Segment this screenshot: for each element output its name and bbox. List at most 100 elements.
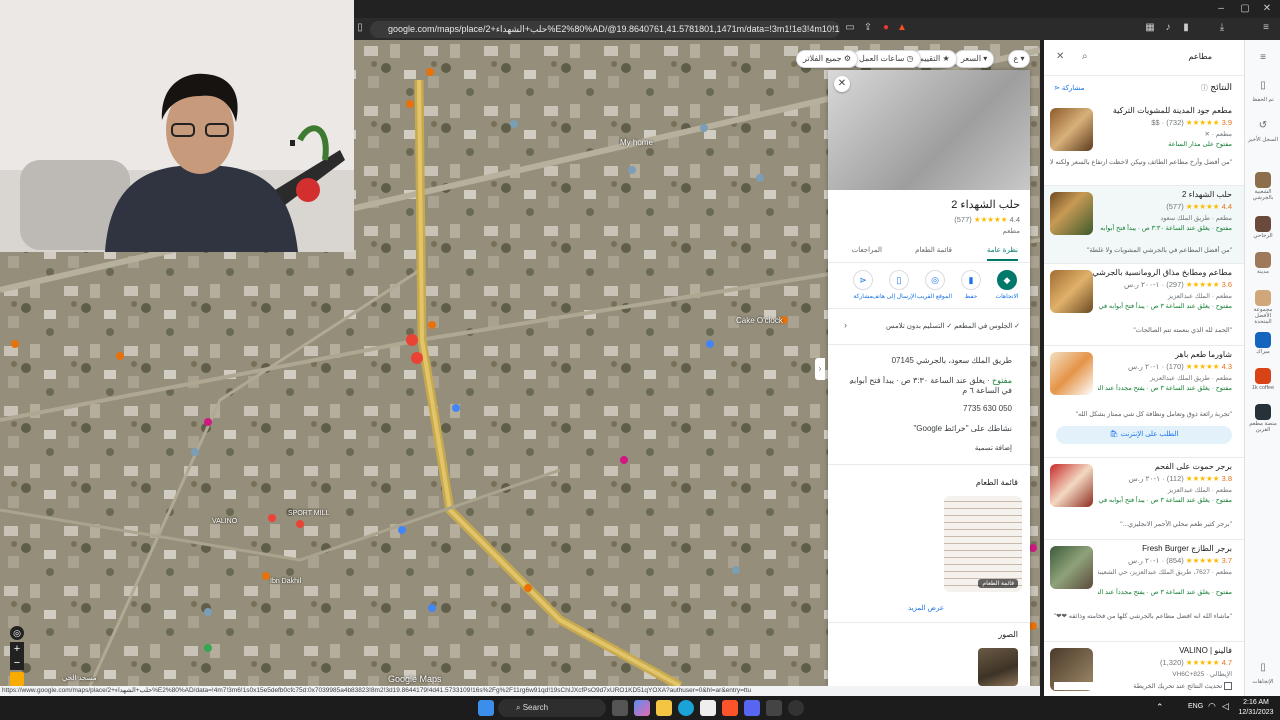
taskbar-search[interactable]: ⌕ Search <box>498 699 606 717</box>
store-icon[interactable] <box>700 700 716 716</box>
send-to-phone-button[interactable]: ▯ الإرسال إلى هاتف <box>872 270 916 300</box>
share-results-button[interactable]: مشاركة ⋖ <box>1054 84 1084 92</box>
directions-button[interactable]: ◆ الاتجاهات <box>990 270 1024 300</box>
rail-recent-place[interactable]: الشعبية بالجرشي <box>1247 172 1279 201</box>
phone-icon: ▯ <box>1260 662 1266 673</box>
link-status-bar: https://www.google.com/maps/place/2+حلب+… <box>0 686 1040 696</box>
task-view-icon[interactable] <box>612 700 628 716</box>
clock[interactable]: 2:16 AM 12/31/2023 <box>1236 698 1276 718</box>
phone-icon: ▯ <box>889 270 909 290</box>
share-icon: ⋖ <box>853 270 873 290</box>
activity-row[interactable]: ↺نشاطك على "خرائط Google" <box>840 424 1012 433</box>
volume-icon[interactable]: ◁ <box>1222 701 1229 712</box>
add-label-row[interactable]: ▭إضافة تسمية <box>840 444 1012 452</box>
close-window-icon[interactable]: ✕ <box>1260 3 1274 15</box>
rail-recent-place[interactable]: 1k coffee <box>1247 368 1279 391</box>
collapse-panel-button[interactable]: › <box>815 358 825 380</box>
share-button[interactable]: ⋖ مشاركة <box>846 270 880 300</box>
phone-row[interactable]: ✆050 630 7735 <box>840 404 1012 413</box>
discord-icon[interactable] <box>744 700 760 716</box>
result-item-selected[interactable]: حلب الشهداء 2 4.4 ★★★★★ (577) مطعم · طري… <box>1044 186 1244 264</box>
windows-start-icon[interactable] <box>478 700 494 716</box>
file-explorer-icon[interactable] <box>656 700 672 716</box>
search-box[interactable]: مطاعم ⌕ ✕ <box>1044 40 1244 76</box>
tray-chevron-icon[interactable]: ⌃ <box>1156 702 1164 713</box>
chevron-left-icon[interactable]: ‹ <box>844 320 847 330</box>
result-item[interactable]: فالينو | VALINO 4.7 ★★★★★ (1,320) الإيطا… <box>1044 642 1244 691</box>
search-input[interactable]: مطاعم <box>1189 52 1212 61</box>
see-more-link[interactable]: عرض المزيد <box>908 604 944 612</box>
media-icon[interactable]: ♪ <box>1162 22 1174 34</box>
search-icon[interactable]: ⌕ <box>1082 51 1088 62</box>
filter-all[interactable]: جميع الفلاتر ⚙ <box>796 50 858 68</box>
sidebar-icon[interactable]: ▮ <box>1180 22 1192 34</box>
address-bar[interactable]: google.com/maps/place/2+حلب+الشهداء%E2%8… <box>370 21 840 38</box>
place-rating: 4.4 ★★★★★ (577) <box>954 215 1020 224</box>
close-place-button[interactable]: ✕ <box>834 76 850 92</box>
rail-get-app[interactable]: ▯ الإتجاهات <box>1247 662 1279 685</box>
result-item[interactable]: برجر الطازج Fresh Burger 3.7 ★★★★★ (854)… <box>1044 540 1244 642</box>
checkbox-icon[interactable] <box>1224 682 1232 691</box>
divider <box>828 464 1030 465</box>
photos-header: الصور <box>998 630 1018 639</box>
tab-reviews[interactable]: المراجعات <box>852 246 882 254</box>
nearby-button[interactable]: ◎ الموقع القريب <box>917 270 952 300</box>
copilot-icon[interactable] <box>634 700 650 716</box>
result-item[interactable]: مطاعم ومطابخ مذاق الرومانسية بالجرشي 3.6… <box>1044 264 1244 346</box>
update-results-checkbox[interactable]: تحديث النتائج عند تحريك الخريطة <box>1054 682 1232 691</box>
install-icon[interactable]: ▭ <box>844 22 856 34</box>
menu-image[interactable]: قائمة الطعام <box>944 496 1022 592</box>
zoom-in-button[interactable]: + <box>10 642 24 656</box>
rail-recent-place[interactable]: منصة مطعم القرين <box>1247 404 1279 433</box>
zoom-out-button[interactable]: − <box>10 656 24 670</box>
map-label: Cake O'clock <box>736 316 783 325</box>
webcam-overlay <box>0 0 354 252</box>
clear-search-icon[interactable]: ✕ <box>1056 51 1064 62</box>
menu-icon[interactable]: ≡ <box>1247 52 1279 63</box>
rail-recent[interactable]: ↺ السجل الأخير <box>1247 120 1279 143</box>
brave-icon[interactable]: ▲ <box>896 22 908 34</box>
filter-hours[interactable]: ساعات العمل ◷ <box>852 50 921 68</box>
address-row[interactable]: ⬤طريق الملك سعود، بالجرشي 07145 <box>840 356 1012 365</box>
rail-recent-place[interactable]: مدينة <box>1247 252 1279 275</box>
vscode-icon[interactable] <box>766 700 782 716</box>
location-button[interactable]: ◎ <box>10 626 24 640</box>
extension-icon[interactable]: ● <box>880 22 892 34</box>
order-online-button[interactable]: الطلب على الإنترنت 🛍 <box>1056 426 1232 444</box>
divider <box>828 344 1030 345</box>
info-icon[interactable]: ⓘ <box>1201 85 1208 92</box>
result-item[interactable]: شاورما طعم باهر 4.3 ★★★★★ (170) · ١-٢٠ ر… <box>1044 346 1244 458</box>
filter-price[interactable]: السعر ▾ <box>954 50 995 68</box>
photo-thumbnail[interactable] <box>978 648 1018 686</box>
hours-row[interactable]: ◷مفتوح · يغلق عند الساعة ٣:٣٠ ص · يبدأ ف… <box>848 376 1012 398</box>
result-item[interactable]: مطعم جود المدينة للمشويات التركية 3.9 ★★… <box>1044 102 1244 186</box>
maximize-icon[interactable]: ▢ <box>1238 3 1252 15</box>
tab-strip <box>354 0 1280 18</box>
wallet-icon[interactable]: ▦ <box>1144 22 1156 34</box>
hours-expand-icon[interactable]: ⌄ <box>848 378 854 386</box>
map-label: SPORT MILL <box>288 510 330 517</box>
language-indicator[interactable]: ENG <box>1188 703 1203 710</box>
brave-browser-icon[interactable] <box>722 700 738 716</box>
divider <box>828 308 1030 309</box>
place-hero-photo[interactable] <box>828 70 1030 190</box>
result-item[interactable]: برجر حموت على الفحم 3.8 ★★★★★ (112) · ١-… <box>1044 458 1244 540</box>
share-icon[interactable]: ⇪ <box>862 22 874 34</box>
place-title: حلب الشهداء 2 <box>951 199 1020 211</box>
pegman-icon[interactable] <box>10 672 24 686</box>
tab-overview[interactable]: نظرة عامة <box>987 246 1018 261</box>
rail-saved[interactable]: ▯ تم الحفظ <box>1247 80 1279 103</box>
layers-toggle-icon[interactable]: ع ▾ <box>1008 50 1030 68</box>
save-button[interactable]: ▮ حفظ <box>954 270 988 300</box>
rail-recent-place[interactable]: الرجاحي <box>1247 216 1279 239</box>
bookmark-icon[interactable]: ▯ <box>354 22 366 34</box>
rail-recent-place[interactable]: مجموعة الأفضل المتحدة <box>1247 290 1279 325</box>
tab-menu[interactable]: قائمة الطعام <box>915 246 952 254</box>
obs-icon[interactable] <box>788 700 804 716</box>
menu-icon[interactable]: ≡ <box>1260 22 1272 34</box>
wifi-icon[interactable]: ◠ <box>1208 701 1216 712</box>
rail-recent-place[interactable]: ميراك <box>1247 332 1279 355</box>
edge-icon[interactable] <box>678 700 694 716</box>
minimize-icon[interactable]: – <box>1214 3 1228 15</box>
downloads-icon[interactable]: ⤓ <box>1216 22 1228 34</box>
